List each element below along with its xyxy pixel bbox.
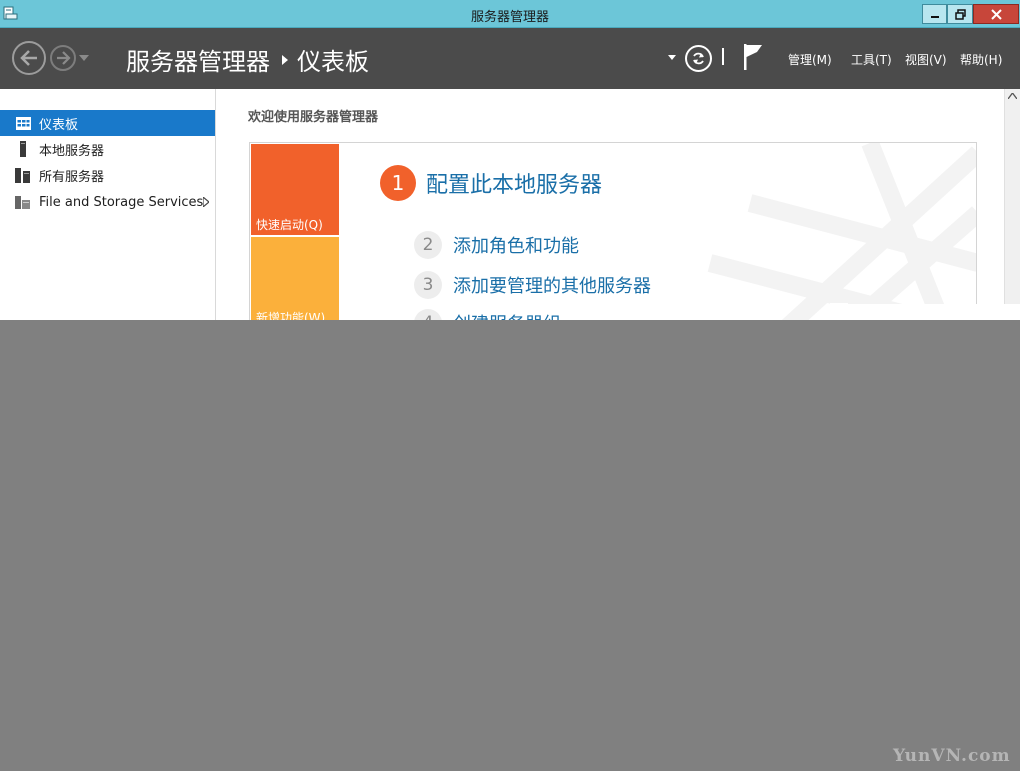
arrow-left-icon	[20, 50, 37, 66]
main-content: 欢迎使用服务器管理器 快速启动(Q) 新增功能(W) 1 配置此本地服务器 2 …	[216, 89, 1004, 320]
whats-new-tab[interactable]: 新增功能(W)	[251, 237, 339, 320]
whats-new-label: 新增功能(W)	[256, 311, 326, 320]
chevron-right-icon	[282, 54, 288, 65]
quick-start-tab[interactable]: 快速启动(Q)	[251, 144, 339, 235]
step-link[interactable]: 配置此本地服务器	[426, 167, 602, 199]
restore-button[interactable]	[947, 4, 973, 24]
sidebar-item-label: File and Storage Services	[39, 194, 204, 210]
notifications-flag-icon[interactable]	[743, 44, 763, 70]
welcome-tile: 快速启动(Q) 新增功能(W) 1 配置此本地服务器 2 添加角色和功能 3 添…	[249, 142, 977, 320]
sidebar-item-all-servers[interactable]: 所有服务器	[0, 162, 215, 188]
quick-start-label: 快速启动(Q)	[256, 218, 323, 232]
scroll-up-icon[interactable]	[1008, 93, 1017, 99]
step-add-servers[interactable]: 3 添加要管理的其他服务器	[414, 271, 651, 299]
minimize-icon	[930, 16, 939, 18]
vertical-scrollbar[interactable]	[1004, 89, 1020, 304]
refresh-icon	[693, 52, 704, 65]
sidebar: 仪表板 本地服务器 所有服务器 File and Storage Service…	[0, 89, 216, 320]
step-number: 3	[414, 271, 442, 299]
step-number: 1	[380, 165, 416, 201]
step-link[interactable]: 添加要管理的其他服务器	[453, 272, 651, 298]
step-link[interactable]: 创建服务器组	[453, 310, 561, 320]
dashboard-icon	[15, 115, 31, 131]
step-link[interactable]: 添加角色和功能	[453, 232, 579, 258]
sidebar-item-local-server[interactable]: 本地服务器	[0, 136, 215, 162]
back-button[interactable]	[12, 41, 46, 75]
menu-manage[interactable]: 管理(M)	[788, 51, 832, 68]
resize-grip	[830, 303, 848, 320]
restore-icon	[954, 8, 966, 20]
breadcrumb-root[interactable]: 服务器管理器	[126, 42, 270, 77]
servers-icon	[15, 167, 31, 183]
close-button[interactable]	[973, 4, 1019, 24]
sidebar-item-dashboard[interactable]: 仪表板	[0, 110, 215, 136]
window-title: 服务器管理器	[470, 10, 549, 25]
sidebar-item-label: 本地服务器	[39, 143, 105, 159]
chevron-down-icon[interactable]	[668, 55, 676, 60]
app-header: 服务器管理器 仪表板 管理(M) 工具(T) 视图(V) 帮助(H)	[0, 28, 1020, 89]
history-dropdown-icon[interactable]	[79, 55, 89, 61]
welcome-heading: 欢迎使用服务器管理器	[248, 110, 379, 125]
sidebar-item-label: 所有服务器	[39, 169, 105, 185]
step-number: 2	[414, 231, 442, 259]
step-create-group[interactable]: 4 创建服务器组	[414, 309, 561, 320]
server-icon	[15, 141, 31, 157]
expand-arrow-icon[interactable]	[203, 197, 209, 207]
arrow-right-icon	[57, 51, 71, 65]
sidebar-item-label: 仪表板	[39, 117, 79, 133]
refresh-button[interactable]	[685, 45, 712, 72]
step-add-roles[interactable]: 2 添加角色和功能	[414, 231, 579, 259]
breadcrumb-current: 仪表板	[297, 48, 369, 76]
menu-help[interactable]: 帮助(H)	[960, 51, 1002, 68]
server-manager-window: 服务器管理器 服务器管理器 仪表板 管理(M) 工具(T) 视图(V) 帮助(H…	[0, 0, 1020, 771]
menu-view[interactable]: 视图(V)	[905, 51, 947, 68]
content-edge	[848, 304, 1020, 320]
watermark: YunVN.com	[893, 746, 1011, 766]
menu-tools[interactable]: 工具(T)	[851, 51, 892, 68]
close-icon	[990, 8, 1002, 20]
separator	[722, 48, 724, 65]
storage-icon	[15, 194, 31, 210]
breadcrumb: 服务器管理器 仪表板	[126, 42, 369, 77]
title-bar: 服务器管理器	[0, 0, 1020, 28]
forward-button[interactable]	[50, 45, 76, 71]
step-configure-local-server[interactable]: 1 配置此本地服务器	[380, 165, 602, 201]
step-number: 4	[414, 309, 442, 320]
sidebar-item-file-storage[interactable]: File and Storage Services	[0, 189, 215, 215]
minimize-button[interactable]	[922, 4, 947, 24]
